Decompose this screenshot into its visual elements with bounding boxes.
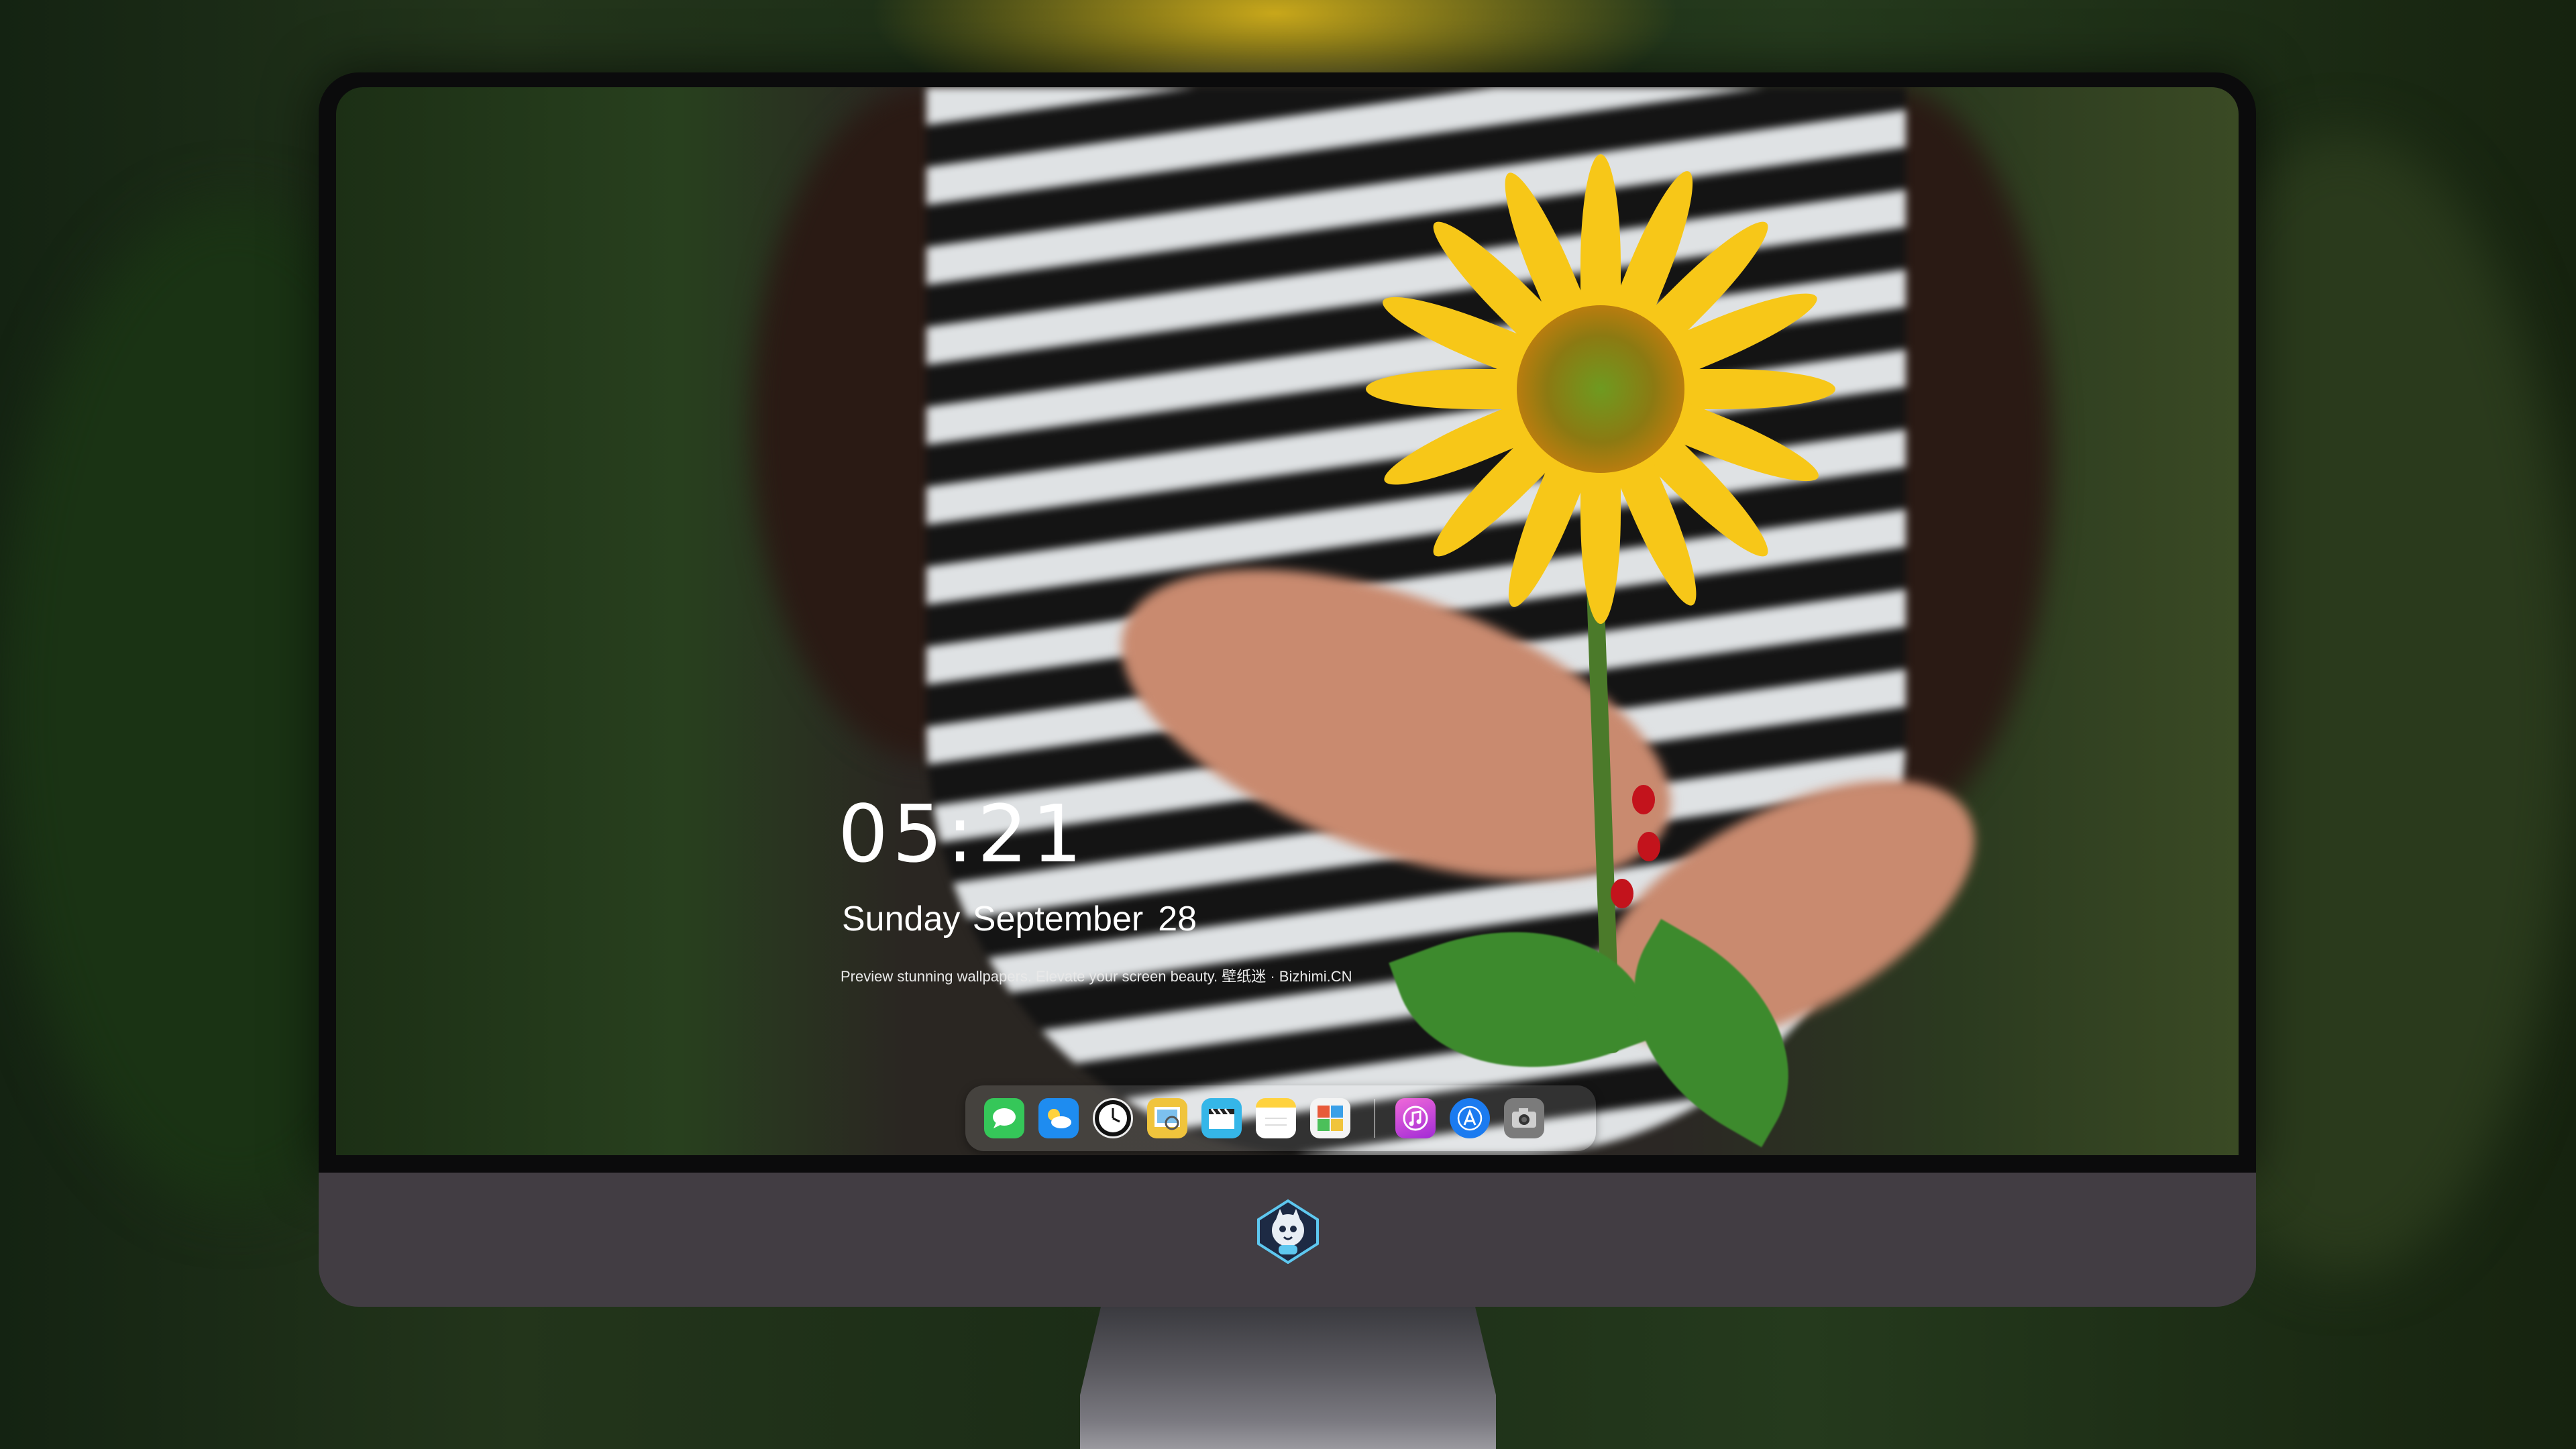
lock-screen[interactable]: 05:21 Sunday September 28 Preview stunnin… (336, 87, 2239, 1155)
camera-icon[interactable] (1504, 1098, 1544, 1138)
notes-icon[interactable] (1256, 1098, 1296, 1138)
lock-screen-time: 05:21 (838, 788, 1087, 880)
dock-separator (1374, 1099, 1375, 1138)
sunflower-center (1517, 305, 1684, 473)
imac-monitor: 05:21 Sunday September 28 Preview stunnin… (319, 72, 2256, 1307)
monitor-bezel: 05:21 Sunday September 28 Preview stunnin… (319, 72, 2256, 1173)
mascot-logo-icon (1256, 1199, 1320, 1265)
lock-screen-weekday-month: Sunday September (842, 900, 1144, 938)
lock-screen-day: 28 (1158, 900, 1197, 938)
sunflower (1366, 154, 1835, 624)
lock-screen-tagline: Preview stunning wallpapers. Elevate you… (841, 968, 1352, 985)
monitor-stand (1080, 1307, 1496, 1449)
dock (965, 1085, 1596, 1151)
lock-screen-date: Sunday September 28 (842, 899, 1197, 939)
monitor-chin (319, 1173, 2256, 1307)
preview-icon[interactable] (1147, 1098, 1187, 1138)
weather-icon[interactable] (1038, 1098, 1079, 1138)
itunes-icon[interactable] (1395, 1098, 1436, 1138)
fingernail (1638, 832, 1660, 861)
fingernail (1632, 785, 1655, 814)
app-store-icon[interactable] (1450, 1098, 1490, 1138)
clips-icon[interactable] (1201, 1098, 1242, 1138)
clock-icon[interactable] (1093, 1098, 1133, 1138)
messages-icon[interactable] (984, 1098, 1024, 1138)
photo-booth-icon[interactable] (1310, 1098, 1350, 1138)
fingernail (1611, 879, 1633, 908)
